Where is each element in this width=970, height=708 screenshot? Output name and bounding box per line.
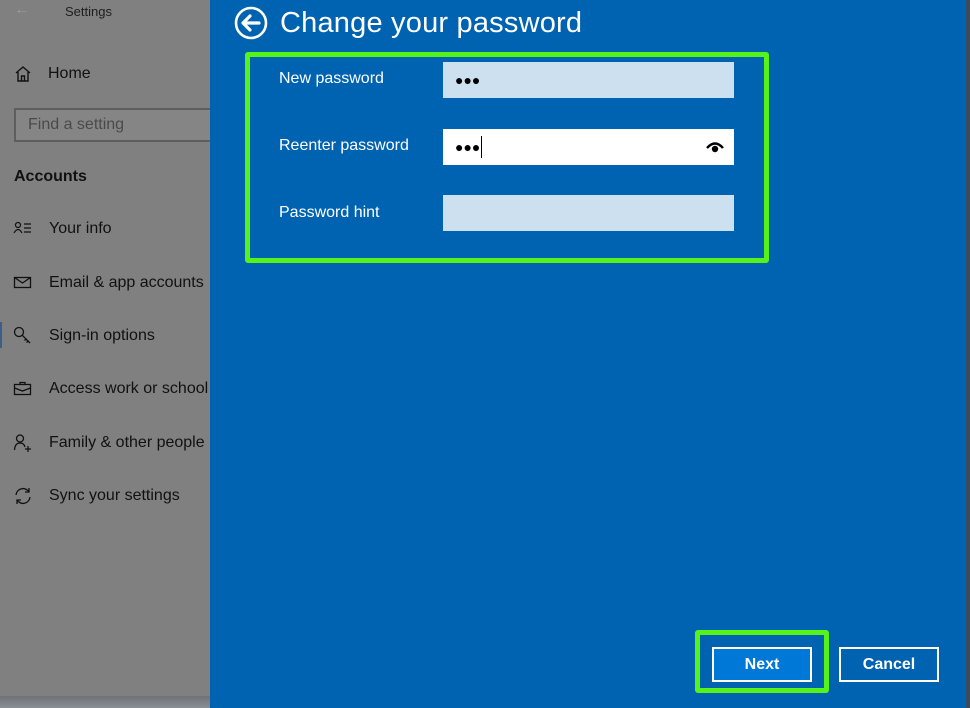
reveal-password-icon[interactable]	[706, 140, 724, 154]
sync-icon	[15, 487, 31, 505]
sidebar-item-your-info[interactable]: Your info	[0, 215, 210, 243]
home-nav-item[interactable]: Home	[14, 62, 91, 86]
sidebar-item-work-school[interactable]: Access work or school	[0, 375, 210, 403]
reenter-password-label: Reenter password	[279, 137, 409, 154]
section-title: Accounts	[14, 168, 87, 185]
window-edge	[966, 0, 970, 708]
change-password-dialog: Change your password New password ●●● Re…	[210, 0, 966, 708]
key-icon	[13, 326, 31, 344]
title-bar: ← Settings	[0, 0, 210, 24]
next-button[interactable]: Next	[712, 647, 812, 682]
new-password-label: New password	[279, 70, 384, 87]
add-person-icon	[13, 434, 31, 452]
mail-icon	[13, 276, 32, 289]
desktop-background	[0, 696, 210, 708]
search-input[interactable]: Find a setting	[14, 108, 214, 142]
back-circle-icon[interactable]	[234, 6, 268, 40]
back-arrow-icon[interactable]: ←	[14, 1, 30, 19]
sidebar-item-family[interactable]: Family & other people	[0, 429, 210, 457]
sidebar-item-sign-in-options[interactable]: Sign-in options	[0, 322, 210, 350]
reenter-password-field[interactable]: ●●●	[443, 129, 734, 165]
password-hint-label: Password hint	[279, 204, 380, 221]
home-label: Home	[48, 65, 91, 82]
new-password-value: ●●●	[455, 72, 481, 88]
reenter-password-value: ●●●	[455, 139, 481, 155]
sidebar-item-label: Access work or school	[49, 380, 209, 397]
briefcase-icon	[13, 381, 32, 396]
sidebar-item-label: Your info	[49, 220, 112, 237]
new-password-field[interactable]: ●●●	[443, 62, 734, 98]
home-icon	[15, 66, 31, 82]
sidebar-item-sync[interactable]: Sync your settings	[0, 482, 210, 510]
sidebar-item-label: Sync your settings	[49, 487, 180, 504]
sidebar-item-label: Email & app accounts	[49, 274, 204, 291]
sidebar-item-label: Sign-in options	[49, 327, 155, 344]
window-title: Settings	[65, 4, 112, 19]
dialog-header: Change your password	[234, 6, 582, 40]
cancel-button[interactable]: Cancel	[839, 647, 939, 682]
sidebar-item-label: Family & other people	[49, 434, 205, 451]
password-hint-field[interactable]	[443, 195, 734, 231]
text-caret	[481, 136, 483, 158]
sidebar-item-email-accounts[interactable]: Email & app accounts	[0, 269, 210, 297]
settings-window: ← Settings Home Find a setting Accounts …	[0, 0, 214, 696]
contact-info-icon	[13, 221, 31, 234]
dialog-title: Change your password	[280, 6, 583, 39]
